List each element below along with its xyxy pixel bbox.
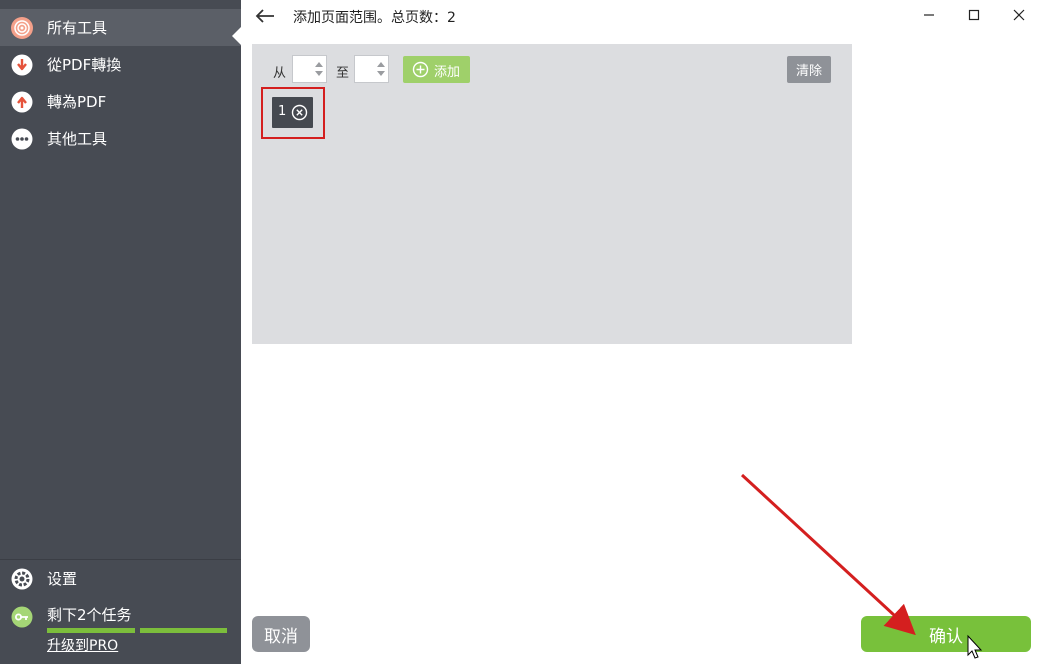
back-arrow-icon[interactable] xyxy=(253,5,277,27)
gear-icon xyxy=(11,568,33,590)
sidebar-item-all-tools[interactable]: 所有工具 xyxy=(0,9,241,46)
more-tools-icon xyxy=(11,128,33,150)
range-chip[interactable]: 1 xyxy=(272,97,313,128)
cancel-button[interactable]: 取消 xyxy=(252,616,310,652)
all-tools-icon xyxy=(11,16,33,39)
sidebar-item-convert-to-pdf[interactable]: 轉為PDF xyxy=(0,83,241,120)
sidebar-item-settings[interactable]: 设置 xyxy=(0,560,241,597)
page-title: 添加页面范围。总页数：2 xyxy=(293,10,456,26)
remove-circle-icon[interactable] xyxy=(291,104,308,125)
add-range-button[interactable]: 添加 xyxy=(403,56,470,83)
tasks-progress-bar xyxy=(47,628,227,633)
sidebar-item-label: 其他工具 xyxy=(47,130,108,148)
stepper-up-icon[interactable] xyxy=(377,62,385,67)
sidebar-item-more-tools[interactable]: 其他工具 xyxy=(0,120,241,157)
progress-segment xyxy=(139,628,227,633)
main-content: 添加页面范围。总页数：2 从 至 添加 清除 1 取消 确认 xyxy=(241,0,1042,664)
plus-circle-icon xyxy=(412,61,429,82)
sidebar-item-label: 轉為PDF xyxy=(47,93,107,111)
close-icon[interactable] xyxy=(999,2,1039,28)
progress-segment xyxy=(47,628,135,633)
stepper-up-icon[interactable] xyxy=(315,62,323,67)
maximize-icon[interactable] xyxy=(954,2,994,28)
key-icon xyxy=(11,606,33,628)
active-indicator xyxy=(232,27,241,45)
sidebar-item-convert-from-pdf[interactable]: 從PDF轉換 xyxy=(0,46,241,83)
stepper-down-icon[interactable] xyxy=(377,71,385,76)
sidebar-item-label: 從PDF轉換 xyxy=(47,56,122,74)
confirm-button[interactable]: 确认 xyxy=(861,616,1031,652)
from-page-stepper[interactable] xyxy=(292,55,327,83)
stepper-down-icon[interactable] xyxy=(315,71,323,76)
sidebar-item-label: 所有工具 xyxy=(47,19,108,37)
upgrade-pro-link[interactable]: 升级到PRO xyxy=(47,635,118,655)
sidebar: 所有工具 從PDF轉換 轉為PDF 其他工具 设置 剩下2个任务 升级到PRO xyxy=(0,0,241,664)
to-page-input[interactable] xyxy=(355,56,377,82)
to-page-stepper[interactable] xyxy=(354,55,389,83)
page-range-panel: 从 至 添加 清除 1 xyxy=(252,44,852,344)
settings-label: 设置 xyxy=(47,570,78,588)
from-page-input[interactable] xyxy=(293,56,315,82)
from-label: 从 xyxy=(273,66,287,81)
remaining-tasks-label: 剩下2个任务 xyxy=(47,606,132,624)
clear-button[interactable]: 清除 xyxy=(787,56,831,83)
to-label: 至 xyxy=(336,66,350,81)
convert-from-pdf-icon xyxy=(11,54,33,76)
minimize-icon[interactable] xyxy=(909,2,949,28)
range-chip-label: 1 xyxy=(278,104,287,119)
add-range-label: 添加 xyxy=(434,65,461,80)
convert-to-pdf-icon xyxy=(11,91,33,113)
